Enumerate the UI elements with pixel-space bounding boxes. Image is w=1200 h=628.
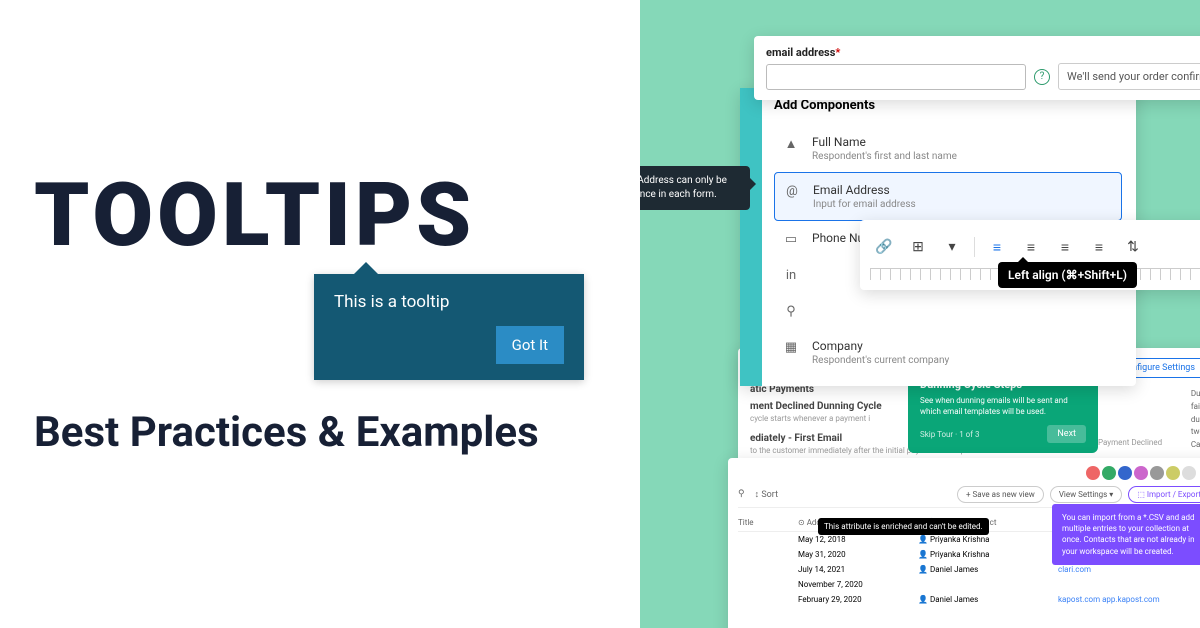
next-button[interactable]: Next <box>1047 425 1086 443</box>
align-left-button[interactable]: ≡ <box>983 234 1011 260</box>
attribute-tooltip: This attribute is enriched and can't be … <box>818 518 989 535</box>
linkedin-icon: in <box>782 268 800 283</box>
table-row[interactable]: November 7, 2020 <box>738 577 1200 592</box>
table-card: + ⚲ ↕ Sort + Save as new view View Settin… <box>728 458 1200 628</box>
user-icon: ▲ <box>782 136 800 152</box>
at-icon: @ <box>783 184 801 199</box>
skip-tour-link[interactable]: Skip Tour · 1 of 3 <box>920 430 980 439</box>
component-item-location[interactable]: ⚲ <box>774 293 1122 329</box>
align-right-button[interactable]: ≡ <box>1051 234 1079 260</box>
avatar-row: + <box>738 466 1200 480</box>
sort-button[interactable]: ↕ Sort <box>755 489 778 500</box>
avatar[interactable] <box>1150 466 1164 480</box>
tooltip-text: This is a tooltip <box>334 292 564 312</box>
save-view-button[interactable]: + Save as new view <box>957 486 1044 503</box>
toolbar-tooltip: Left align (⌘+Shift+L) <box>998 262 1137 288</box>
import-tooltip: You can import from a *.CSV and add mult… <box>1052 504 1200 565</box>
import-export-button[interactable]: ⬚ Import / Export ▾ <box>1128 486 1200 503</box>
company-icon: ▦ <box>782 340 800 355</box>
component-item-fullname[interactable]: ▲ Full NameRespondent's first and last n… <box>774 125 1122 172</box>
table-row[interactable]: February 29, 2020👤 Daniel Jameskapost.co… <box>738 592 1200 607</box>
tooltip-demo-card: This is a tooltip Got It <box>314 274 584 380</box>
filter-icon[interactable]: ⚲ <box>738 489 745 500</box>
help-icon[interactable]: ? <box>1034 69 1050 85</box>
avatar[interactable] <box>1134 466 1148 480</box>
page-subtitle: Best Practices & Examples <box>34 408 606 457</box>
component-item-email[interactable]: @ Email AddressInput for email address <box>774 172 1122 221</box>
avatar[interactable] <box>1102 466 1116 480</box>
components-tooltip: Email Address can only be used once in e… <box>640 166 750 210</box>
avatar[interactable] <box>1118 466 1132 480</box>
components-title: Add Components <box>774 98 1122 113</box>
email-input[interactable] <box>766 64 1026 90</box>
avatar[interactable] <box>1166 466 1180 480</box>
link-button[interactable]: 🔗 <box>870 234 898 260</box>
page-title: TOOLTIPS <box>34 172 606 260</box>
image-button[interactable]: ▾ <box>938 234 966 260</box>
panel-accent <box>740 88 762 386</box>
phone-icon: ▭ <box>782 232 800 247</box>
email-tooltip: We'll send your order confirmation here. <box>1058 63 1200 90</box>
comment-button[interactable]: ⊞ <box>904 234 932 260</box>
editor-toolbar: 🔗 ⊞ ▾ ≡ ≡ ≡ ≡ ⇅ Left align (⌘+Shift+L) <box>860 220 1200 290</box>
location-icon: ⚲ <box>782 304 800 319</box>
view-settings-button[interactable]: View Settings ▾ <box>1050 486 1123 503</box>
align-justify-button[interactable]: ≡ <box>1085 234 1113 260</box>
email-example-card: email address* ? We'll send your order c… <box>754 36 1200 100</box>
got-it-button[interactable]: Got It <box>496 326 564 364</box>
email-label: email address* <box>766 46 1200 59</box>
component-item-company[interactable]: ▦ CompanyRespondent's current company <box>774 329 1122 376</box>
avatar[interactable] <box>1182 466 1196 480</box>
avatar[interactable] <box>1086 466 1100 480</box>
line-spacing-button[interactable]: ⇅ <box>1119 234 1147 260</box>
